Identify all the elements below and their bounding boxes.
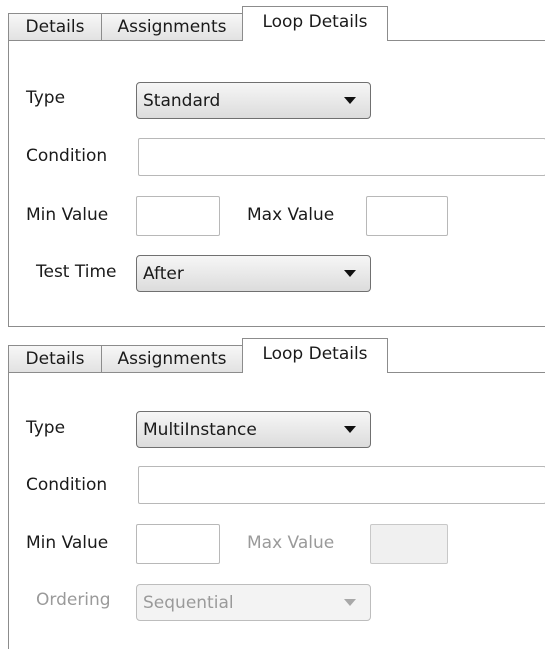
chevron-down-icon bbox=[344, 270, 356, 277]
type-dropdown[interactable]: MultiInstance bbox=[136, 411, 371, 448]
tab-assignments[interactable]: Assignments bbox=[101, 345, 243, 372]
tab-loop-details[interactable]: Loop Details bbox=[242, 338, 388, 373]
test-time-label: Test Time bbox=[36, 262, 117, 282]
type-label: Type bbox=[26, 418, 66, 438]
max-value-input bbox=[370, 524, 448, 564]
min-value-input[interactable] bbox=[136, 524, 220, 564]
tab-bar: Details Assignments Loop Details bbox=[0, 332, 545, 373]
ordering-dropdown: Sequential bbox=[136, 584, 371, 621]
loop-details-panel-standard: Details Assignments Loop Details Type St… bbox=[0, 0, 545, 329]
ordering-label: Ordering bbox=[36, 590, 111, 610]
max-value-label: Max Value bbox=[247, 205, 335, 225]
max-value-input[interactable] bbox=[366, 196, 448, 236]
condition-input[interactable] bbox=[138, 138, 545, 176]
chevron-down-icon bbox=[344, 426, 356, 433]
tab-loop-details[interactable]: Loop Details bbox=[242, 6, 388, 41]
condition-input[interactable] bbox=[138, 466, 545, 504]
min-value-input[interactable] bbox=[136, 196, 220, 236]
type-dropdown-value: MultiInstance bbox=[143, 419, 257, 440]
type-label: Type bbox=[26, 88, 66, 108]
tab-bar: Details Assignments Loop Details bbox=[0, 0, 545, 41]
chevron-down-icon bbox=[344, 97, 356, 104]
ordering-dropdown-value: Sequential bbox=[143, 592, 234, 613]
test-time-dropdown-value: After bbox=[143, 263, 184, 284]
type-dropdown[interactable]: Standard bbox=[136, 82, 371, 119]
chevron-down-icon bbox=[344, 599, 356, 606]
tab-details[interactable]: Details bbox=[8, 345, 102, 372]
tab-content: Type Standard Condition Min Value Max Va… bbox=[8, 40, 545, 327]
max-value-label: Max Value bbox=[247, 533, 335, 553]
condition-label: Condition bbox=[26, 475, 108, 495]
test-time-dropdown[interactable]: After bbox=[136, 255, 371, 292]
min-value-label: Min Value bbox=[26, 533, 109, 553]
loop-details-panel-multiinstance: Details Assignments Loop Details Type Mu… bbox=[0, 332, 545, 649]
min-value-label: Min Value bbox=[26, 205, 109, 225]
type-dropdown-value: Standard bbox=[143, 90, 221, 111]
tab-details[interactable]: Details bbox=[8, 13, 102, 40]
tab-content: Type MultiInstance Condition Min Value M… bbox=[8, 372, 545, 649]
condition-label: Condition bbox=[26, 146, 108, 166]
tab-assignments[interactable]: Assignments bbox=[101, 13, 243, 40]
